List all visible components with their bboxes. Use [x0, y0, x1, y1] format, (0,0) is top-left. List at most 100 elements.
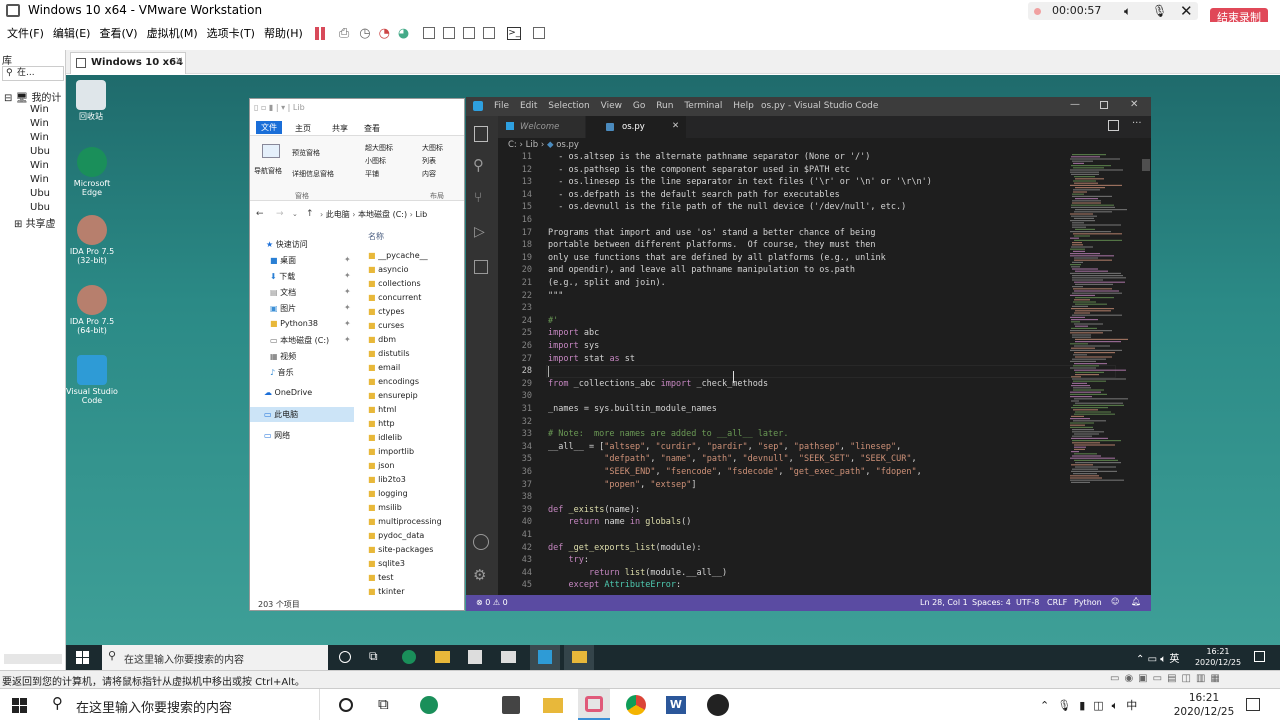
task-view-icon[interactable]: ⧉	[378, 695, 389, 713]
edge-taskbar-icon[interactable]	[402, 650, 416, 664]
nav-item[interactable]: ▣ 图片 ✦	[270, 303, 354, 314]
problems-indicator[interactable]: ⊗ 0 ⚠ 0	[476, 598, 508, 607]
menu-edit[interactable]: 编辑(E)	[53, 25, 91, 41]
nav-item[interactable]: ■ 桌面 ✦	[270, 255, 354, 266]
file-list-item[interactable]: ■ json	[368, 459, 464, 473]
file-list-item[interactable]: ■ distutils	[368, 347, 464, 361]
host-search-box[interactable]: ⚲ 在这里输入你要搜索的内容	[42, 689, 320, 720]
desktop-icon-recycle-bin[interactable]: 回收站	[63, 80, 119, 121]
split-editor-icon[interactable]	[1108, 120, 1119, 131]
extensions-icon[interactable]	[474, 260, 488, 274]
explorer-icon[interactable]	[474, 126, 488, 142]
feedback-icon[interactable]: ☺	[1111, 597, 1119, 606]
code-line[interactable]: # Note: more names are added to __all__ …	[548, 429, 789, 439]
nav-item[interactable]: ⬇ 下载 ✦	[270, 271, 354, 282]
stretch-guest-icon[interactable]	[533, 27, 546, 39]
library-vm[interactable]: Win	[30, 103, 50, 117]
windows-start-icon[interactable]	[12, 698, 27, 713]
vscode-menu-edit[interactable]: Edit	[520, 101, 537, 111]
layout-tiles[interactable]: 平铺	[365, 169, 379, 179]
vmware-device-icons[interactable]: ▭◉▣▭▤◫▥▦	[1110, 673, 1225, 684]
file-list-item[interactable]: ■ ctypes	[368, 305, 464, 319]
desktop-icon-vscode[interactable]: Visual Studio Code	[64, 355, 120, 405]
forward-icon[interactable]: →	[276, 209, 284, 219]
library-vm[interactable]: Ubu	[30, 201, 50, 215]
nav-item[interactable]: ♪ 音乐	[270, 367, 294, 378]
recorder-taskbar-button[interactable]	[578, 689, 610, 720]
store-taskbar-icon[interactable]	[468, 650, 482, 664]
nav-quick-access[interactable]: ★ 快速访问	[266, 239, 308, 250]
cursor-position[interactable]: Ln 28, Col 1	[920, 598, 968, 607]
run-debug-icon[interactable]: ▷	[474, 224, 485, 240]
code-line[interactable]: "SEEK_END", "fsencode", "fsdecode", "get…	[548, 467, 921, 477]
notification-center-icon[interactable]	[1246, 698, 1260, 711]
code-line[interactable]: except AttributeError:	[548, 580, 681, 590]
file-list-item[interactable]: ■ site-packages	[368, 543, 464, 557]
more-actions-icon[interactable]: ···	[1132, 118, 1142, 129]
path-segment[interactable]: 此电脑	[326, 210, 350, 219]
file-list-item[interactable]: ■ lib2to3	[368, 473, 464, 487]
nav-network[interactable]: ▭ 网络	[264, 430, 290, 441]
line-endings[interactable]: CRLF	[1047, 598, 1067, 607]
preview-pane-button[interactable]: 预览窗格	[292, 148, 320, 158]
tab-welcome[interactable]: Welcome	[498, 116, 585, 138]
file-list-item[interactable]: ■ msilib	[368, 501, 464, 515]
file-list-item[interactable]: ■ logging	[368, 487, 464, 501]
code-line[interactable]: import abc	[548, 328, 599, 338]
file-list-item[interactable]: ■ dbm	[368, 333, 464, 347]
source-control-icon[interactable]: ⑂	[474, 190, 482, 206]
address-bar[interactable]: › 此电脑 › 本地磁盘 (C:) › Lib	[320, 208, 466, 222]
file-list-item[interactable]: ■ test	[368, 571, 464, 585]
ribbon-tab-view[interactable]: 查看	[364, 123, 380, 134]
search-icon[interactable]: ⚲	[473, 156, 484, 174]
notification-center-icon[interactable]	[1254, 651, 1265, 662]
code-line[interactable]: import sys	[548, 341, 599, 351]
file-list-item[interactable]: ■ http	[368, 417, 464, 431]
guest-clock[interactable]: 16:21 2020/12/25	[1194, 646, 1242, 668]
close-recording-icon[interactable]: ✕	[1180, 2, 1193, 20]
file-list-item[interactable]: ■ importlib	[368, 445, 464, 459]
encoding[interactable]: UTF-8	[1016, 598, 1039, 607]
vscode-menu-run[interactable]: Run	[656, 101, 673, 111]
menu-view[interactable]: 查看(V)	[99, 25, 137, 41]
desktop-icon-edge[interactable]: Microsoft Edge	[64, 147, 120, 197]
file-list-item[interactable]: ■ asyncio	[368, 263, 464, 277]
menu-tabs[interactable]: 选项卡(T)	[207, 25, 255, 41]
nav-item[interactable]: ▭ 本地磁盘 (C:) ✦	[270, 335, 354, 346]
library-vm[interactable]: Win	[30, 117, 50, 131]
nav-item[interactable]: ■ Python38 ✦	[270, 319, 354, 328]
notifications-bell-icon[interactable]: 🔔︎	[1131, 597, 1141, 606]
library-shared[interactable]: ⊞ 共享虚	[14, 215, 56, 230]
file-list-item[interactable]: ■ __pycache__	[368, 249, 464, 263]
code-line[interactable]: from _collections_abc import _check_meth…	[548, 379, 768, 389]
ribbon-tab-file[interactable]: 文件	[256, 121, 282, 134]
file-list-item[interactable]: ■ tkinter	[368, 585, 464, 599]
thumbnail-bar-icon[interactable]	[443, 27, 456, 39]
minimap[interactable]	[1066, 152, 1144, 595]
file-list-item[interactable]: ■ pydoc_data	[368, 529, 464, 543]
maximize-icon[interactable]	[1100, 101, 1108, 109]
file-list-item[interactable]: ■ sqlite3	[368, 557, 464, 571]
code-line[interactable]: return list(module.__all__)	[548, 568, 727, 578]
code-line[interactable]: return name in globals()	[548, 517, 691, 527]
nav-pane-button[interactable]: 导航窗格	[254, 166, 282, 176]
code-line[interactable]: def _exists(name):	[548, 505, 640, 515]
show-hidden-icons[interactable]: ⌃	[1040, 699, 1057, 712]
file-list-item[interactable]: ■ multiprocessing	[368, 515, 464, 529]
recent-locations-icon[interactable]: ⌄	[292, 210, 298, 218]
path-segment[interactable]: 本地磁盘 (C:)	[358, 210, 407, 219]
library-vm[interactable]: Win	[30, 159, 50, 173]
menu-file[interactable]: 文件(F)	[7, 25, 44, 41]
lib-explorer-taskbar-button[interactable]	[564, 645, 594, 670]
code-line[interactable]: portable between different platforms. Of…	[548, 240, 876, 250]
guest-search-box[interactable]: ⚲ 在这里输入你要搜索的内容	[102, 645, 328, 670]
file-list-item[interactable]: ■ collections	[368, 277, 464, 291]
code-line[interactable]: - os.pathsep is the component separator …	[548, 165, 850, 175]
layout-small[interactable]: 小图标	[365, 156, 386, 166]
send-ctrl-alt-del-icon[interactable]: ⎙	[339, 26, 349, 41]
code-line[interactable]: "defpath", "name", "path", "devnull", "S…	[548, 454, 916, 464]
code-line[interactable]: _names = sys.builtin_module_names	[548, 404, 717, 414]
layout-extra-large[interactable]: 超大图标	[365, 143, 393, 153]
tab-os-py[interactable]: os.py ✕	[586, 116, 686, 138]
cortana-icon[interactable]	[339, 698, 353, 712]
